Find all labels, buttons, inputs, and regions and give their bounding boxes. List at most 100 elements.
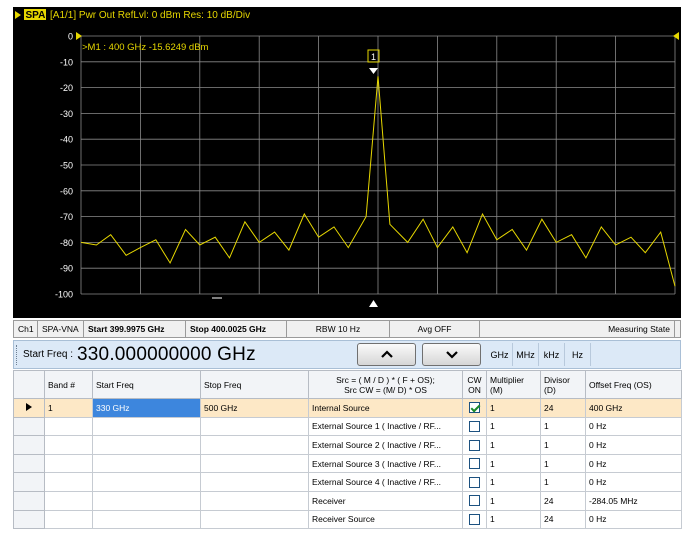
column-header-divisor[interactable]: Divisor (D) <box>540 370 586 399</box>
cell-multiplier[interactable]: 1 <box>486 416 541 437</box>
column-header-start-freq[interactable]: Start Freq <box>92 370 201 399</box>
cell-start-freq[interactable] <box>92 509 201 530</box>
row-selector[interactable] <box>13 416 45 437</box>
cell-source[interactable]: External Source 3 ( Inactive / RF... <box>308 453 463 474</box>
row-selector[interactable] <box>13 398 45 418</box>
cell-multiplier[interactable]: 1 <box>486 472 541 492</box>
cell-stop-freq[interactable]: 500 GHz <box>200 398 309 418</box>
cell-multiplier[interactable]: 1 <box>486 509 541 530</box>
cell-source[interactable]: External Source 2 ( Inactive / RF... <box>308 435 463 455</box>
unit-button-khz[interactable]: kHz <box>539 343 566 366</box>
cell-offset[interactable]: 0 Hz <box>585 472 682 492</box>
cell-source[interactable]: External Source 4 ( Inactive / RF... <box>308 472 463 492</box>
cell-cw-on[interactable] <box>462 472 487 492</box>
cell-divisor[interactable]: 1 <box>540 416 586 437</box>
table-row[interactable]: Receiver Source 1 24 0 Hz <box>13 509 682 530</box>
unit-button-hz[interactable]: Hz <box>565 343 592 366</box>
cell-band[interactable] <box>44 472 93 492</box>
row-selector[interactable] <box>13 472 45 492</box>
cell-multiplier[interactable]: 1 <box>486 453 541 474</box>
cell-offset[interactable]: -284.05 MHz <box>585 490 682 511</box>
cell-divisor[interactable]: 1 <box>540 472 586 492</box>
column-header-multiplier[interactable]: Multiplier (M) <box>486 370 541 399</box>
cell-source[interactable]: Internal Source <box>308 398 463 418</box>
cell-cw-on[interactable] <box>462 435 487 455</box>
cell-band[interactable] <box>44 453 93 474</box>
measurement-mode[interactable]: SPA-VNA <box>38 321 84 337</box>
row-selector[interactable] <box>13 490 45 511</box>
stop-frequency-status[interactable]: Stop 400.0025 GHz <box>186 321 287 337</box>
table-row[interactable]: External Source 3 ( Inactive / RF... 1 1 0 … <box>13 453 682 474</box>
cell-divisor[interactable]: 1 <box>540 435 586 455</box>
column-header-offset[interactable]: Offset Freq (OS) <box>585 370 682 399</box>
cell-stop-freq[interactable] <box>200 435 309 455</box>
cell-offset[interactable]: 0 Hz <box>585 509 682 530</box>
cw-on-checkbox[interactable] <box>469 458 480 470</box>
cell-stop-freq[interactable] <box>200 509 309 530</box>
cell-divisor[interactable]: 24 <box>540 490 586 511</box>
column-header-cw-on[interactable]: CW ON <box>462 370 487 399</box>
cell-offset[interactable]: 0 Hz <box>585 435 682 455</box>
cw-on-checkbox[interactable] <box>469 421 480 433</box>
row-selector[interactable] <box>13 509 45 530</box>
trace-tag[interactable]: SPA1 <box>26 10 52 21</box>
table-row[interactable]: 1 330 GHz 500 GHz Internal Source 1 24 400 GHz <box>13 398 682 418</box>
cell-multiplier[interactable]: 1 <box>486 435 541 455</box>
cw-on-checkbox[interactable] <box>469 513 480 525</box>
cell-start-freq[interactable] <box>92 490 201 511</box>
cell-stop-freq[interactable] <box>200 490 309 511</box>
cell-cw-on[interactable] <box>462 509 487 530</box>
cell-cw-on[interactable] <box>462 398 487 418</box>
cw-on-checkbox[interactable] <box>469 495 480 507</box>
cell-stop-freq[interactable] <box>200 453 309 474</box>
table-row[interactable]: External Source 2 ( Inactive / RF... 1 1 0 … <box>13 435 682 455</box>
cell-start-freq[interactable] <box>92 435 201 455</box>
decrement-button[interactable] <box>422 343 482 366</box>
cell-divisor[interactable]: 24 <box>540 398 586 418</box>
cell-multiplier[interactable]: 1 <box>486 398 541 418</box>
cell-stop-freq[interactable] <box>200 416 309 437</box>
cell-source[interactable]: Receiver <box>308 490 463 511</box>
cw-on-checkbox[interactable] <box>469 476 480 488</box>
average-status[interactable]: Avg OFF <box>390 321 480 337</box>
cell-band[interactable] <box>44 509 93 530</box>
cell-band[interactable] <box>44 435 93 455</box>
cell-offset[interactable]: 0 Hz <box>585 453 682 474</box>
spectrum-plot-panel[interactable]: SPA1 [A1/1] Pwr Out RefLvl: 0 dBm Res: 1… <box>13 7 681 318</box>
table-row[interactable]: Receiver 1 24 -284.05 MHz <box>13 490 682 511</box>
rbw-status[interactable]: RBW 10 Hz <box>287 321 390 337</box>
cw-on-checkbox[interactable] <box>469 402 480 414</box>
cell-cw-on[interactable] <box>462 416 487 437</box>
cell-cw-on[interactable] <box>462 453 487 474</box>
channel-label[interactable]: Ch1 <box>14 321 38 337</box>
cell-start-freq[interactable] <box>92 416 201 437</box>
unit-button-ghz[interactable]: GHz <box>487 343 514 366</box>
cw-on-checkbox[interactable] <box>469 439 480 451</box>
cell-start-freq[interactable]: 330 GHz <box>92 398 201 418</box>
row-selector[interactable] <box>13 453 45 474</box>
column-header-source[interactable]: Src = ( M / D ) * ( F + OS); Src CW = (M… <box>308 370 463 399</box>
cell-start-freq[interactable] <box>92 472 201 492</box>
cell-multiplier[interactable]: 1 <box>486 490 541 511</box>
cell-divisor[interactable]: 1 <box>540 453 586 474</box>
table-row[interactable]: External Source 4 ( Inactive / RF... 1 1 0 … <box>13 472 682 492</box>
cell-source[interactable]: External Source 1 ( Inactive / RF... <box>308 416 463 437</box>
marker-triangle-icon[interactable] <box>369 68 378 74</box>
table-row[interactable]: External Source 1 ( Inactive / RF... 1 1 0 … <box>13 416 682 437</box>
toolbar-grip-handle[interactable] <box>16 344 19 365</box>
increment-button[interactable] <box>357 343 417 366</box>
column-header-stop-freq[interactable]: Stop Freq <box>200 370 309 399</box>
start-frequency-status[interactable]: Start 399.9975 GHz <box>84 321 186 337</box>
cell-band[interactable] <box>44 490 93 511</box>
cell-start-freq[interactable] <box>92 453 201 474</box>
cell-stop-freq[interactable] <box>200 472 309 492</box>
cell-offset[interactable]: 400 GHz <box>585 398 682 418</box>
cell-source[interactable]: Receiver Source <box>308 509 463 530</box>
cell-offset[interactable]: 0 Hz <box>585 416 682 437</box>
cell-band[interactable] <box>44 416 93 437</box>
unit-button-mhz[interactable]: MHz <box>513 343 540 366</box>
column-header-band[interactable]: Band # <box>44 370 93 399</box>
cell-band[interactable]: 1 <box>44 398 93 418</box>
start-freq-input[interactable]: 330.000000000 GHz <box>77 344 257 366</box>
cell-divisor[interactable]: 24 <box>540 509 586 530</box>
